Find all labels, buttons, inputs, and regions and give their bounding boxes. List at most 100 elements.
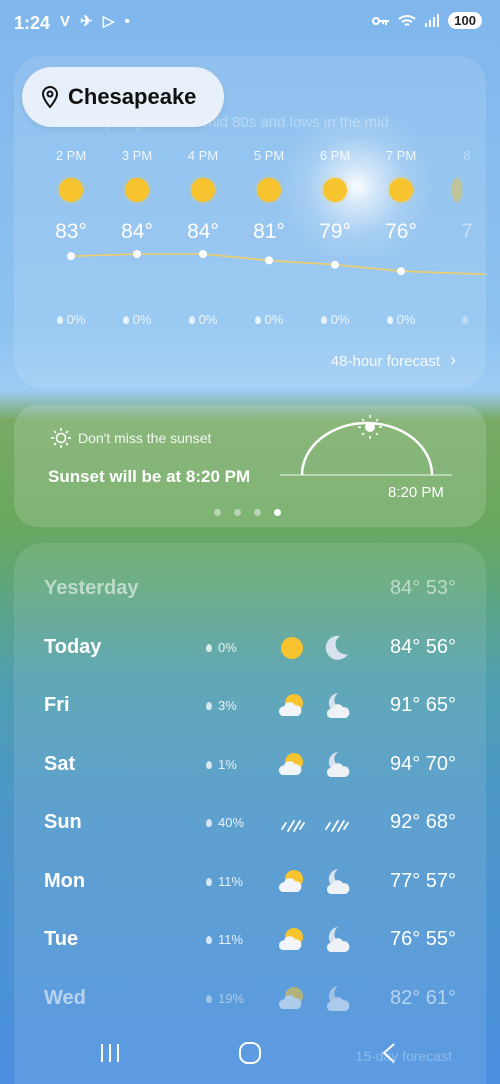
day-temperatures: 84° 56° [389, 636, 456, 658]
location-name: Chesapeake [68, 84, 197, 109]
raindrop-icon [206, 702, 212, 710]
key-icon [372, 16, 390, 25]
daily-forecast-card[interactable]: Yesterday 84° 53° Today 0% 84° 56° Fri 3% 91° 6… [14, 543, 486, 1084]
hour-precipitation: 0% [236, 312, 302, 327]
raindrop-icon [206, 936, 212, 944]
sun-icon [38, 178, 104, 202]
raindrop-icon [206, 995, 212, 1003]
daily-row[interactable]: Today 0% 84° 56° [14, 628, 486, 668]
day-label: Sat [44, 753, 76, 775]
status-time: 1:24 [14, 13, 51, 33]
raindrop-icon [254, 316, 261, 324]
hour-time: 7 PM [385, 148, 417, 163]
day-label: Today [44, 636, 102, 658]
navigation-bar: 15-day forecast [0, 1010, 500, 1084]
raindrop-icon [56, 316, 63, 324]
hour-precipitation [434, 312, 486, 327]
notification-icons: V ✈ ▷ • [60, 13, 133, 30]
moon-icon [325, 635, 348, 660]
location-pin-icon [41, 85, 59, 109]
daily-row[interactable]: Sat 1% 94° 70° [14, 745, 486, 785]
sun-icon [434, 178, 486, 202]
daily-row[interactable]: Fri 3% 91° 65° [14, 686, 486, 726]
hour-precip-value: 0% [396, 312, 416, 327]
hour-temperature: 76° [385, 220, 417, 243]
raindrop-icon [122, 316, 129, 324]
day-label: Mon [44, 870, 86, 892]
daily-row[interactable]: Mon 11% 77° 57° [14, 862, 486, 902]
raindrop-icon [188, 316, 195, 324]
hour-precip-value: 0% [264, 312, 284, 327]
hour-time: 4 PM [187, 148, 219, 163]
sunset-text: Sunset will be at 8:20 PM [48, 467, 251, 486]
hour-precipitation: 0% [302, 312, 368, 327]
raindrop-icon [206, 878, 212, 886]
daily-row[interactable]: Tue 11% 76° 55° [14, 920, 486, 960]
sun-icon [368, 178, 434, 202]
status-bar: 1:24 V ✈ ▷ • 100 [0, 0, 500, 48]
partly-cloudy-night-icon [326, 869, 350, 894]
partly-cloudy-night-icon [326, 927, 350, 952]
raindrop-icon [206, 819, 212, 827]
page-dot [234, 509, 241, 516]
hour-precip-value: 0% [198, 312, 218, 327]
hour-time: 2 PM [55, 148, 87, 163]
partly-cloudy-night-icon [326, 693, 350, 718]
hour-temperature: 81° [253, 220, 285, 243]
sun-icon [236, 178, 302, 202]
page-indicator [214, 509, 281, 516]
sun-icon [281, 637, 303, 659]
precip-value: 19% [218, 991, 245, 1006]
sun-arc-diagram [280, 415, 452, 476]
raindrop-icon [386, 316, 393, 324]
precip-value: 3% [218, 698, 237, 713]
home-button[interactable] [238, 1042, 262, 1064]
hour-time: 6 PM [319, 148, 351, 163]
day-precipitation: 11% [206, 932, 243, 947]
day-temperatures: 77° 57° [389, 870, 456, 892]
page-dot [254, 509, 261, 516]
day-precipitation: 1% [206, 757, 237, 772]
page-dot [214, 509, 221, 516]
raindrop-icon [462, 316, 468, 324]
partly-cloudy-icon [278, 753, 303, 775]
precip-value: 40% [218, 815, 245, 830]
daily-row[interactable]: Sun 40% 92° 68° [14, 803, 486, 843]
precip-value: 1% [218, 757, 237, 772]
raindrop-icon [206, 761, 212, 769]
sun-outline-icon [51, 428, 71, 448]
hour-time: 3 PM [121, 148, 153, 163]
sunset-heading: Don't miss the sunset [50, 427, 211, 449]
raindrop-icon [320, 316, 327, 324]
partly-cloudy-icon [278, 928, 303, 950]
raindrop-icon [206, 644, 212, 652]
temperature-point [67, 252, 75, 261]
day-precipitation: 11% [206, 874, 243, 889]
sunset-card[interactable]: Don't miss the sunset Sunset will be at … [14, 405, 486, 527]
partly-cloudy-icon [278, 694, 303, 716]
forecast-15-link[interactable]: 15-day forecast [356, 1048, 453, 1064]
forecast-48-link[interactable]: 48-hour forecast › [331, 350, 456, 371]
location-button[interactable]: Chesapeake [22, 67, 224, 127]
sun-icon [104, 178, 170, 202]
daily-row[interactable]: Yesterday 84° 53° [14, 569, 486, 609]
status-right: 100 [372, 12, 482, 29]
temperature-point [331, 260, 339, 269]
signal-icon [425, 13, 440, 27]
day-precipitation: 40% [206, 815, 244, 830]
day-precipitation: 3% [206, 698, 237, 713]
precip-value: 0% [218, 640, 237, 655]
recent-apps-button[interactable] [98, 1042, 122, 1064]
day-temperatures: 92° 68° [389, 811, 456, 833]
back-button[interactable] [380, 1042, 400, 1064]
day-temperatures: 76° 55° [389, 928, 456, 950]
day-label: Wed [44, 987, 86, 1009]
day-label: Yesterday [44, 577, 139, 599]
day-precipitation: 0% [206, 640, 237, 655]
day-precipitation: 19% [206, 991, 244, 1006]
hour-precip-value: 0% [66, 312, 86, 327]
hour-temperature: 84° [187, 220, 219, 243]
hour-temperature: 7 [461, 220, 473, 243]
forecast-48-label: 48-hour forecast [330, 353, 440, 370]
partly-cloudy-icon [278, 870, 303, 892]
